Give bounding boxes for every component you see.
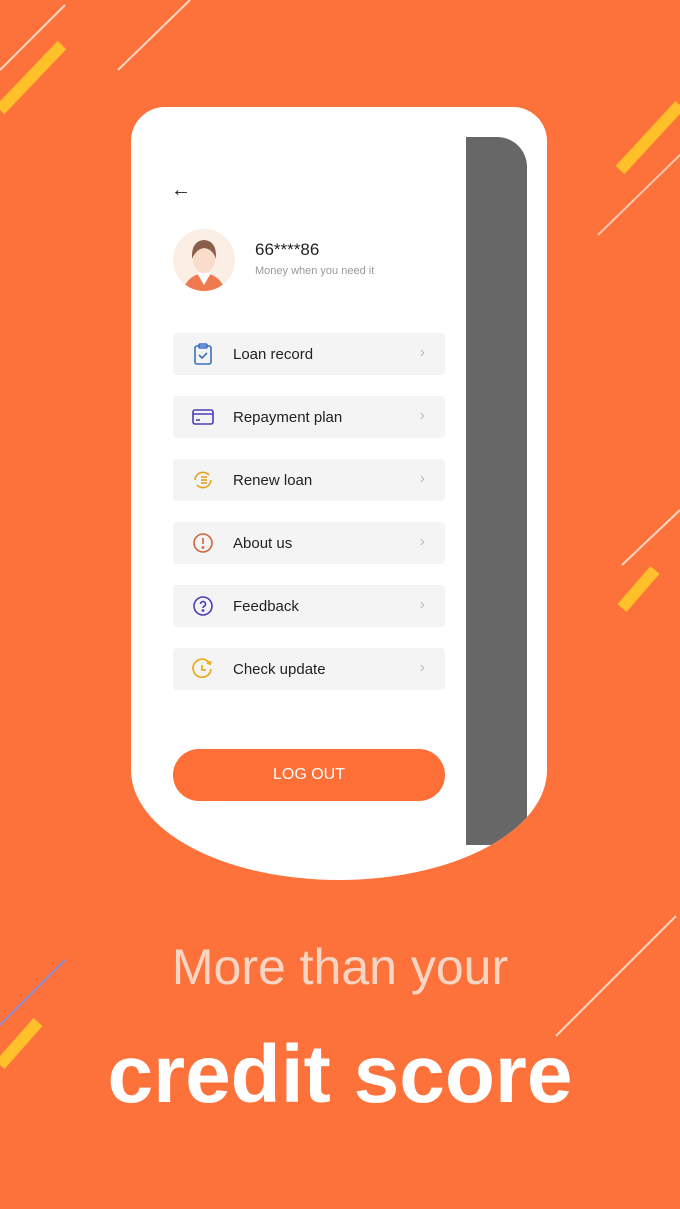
clock-refresh-icon (191, 657, 215, 681)
clipboard-check-icon (191, 342, 215, 366)
menu-item-label: Repayment plan (233, 408, 343, 426)
menu-item-about-us[interactable]: About us › (173, 522, 445, 564)
chevron-right-icon: › (419, 596, 425, 613)
avatar (173, 229, 235, 291)
menu-item-repayment-plan[interactable]: Repayment plan › (173, 396, 445, 438)
menu-item-label: Feedback (233, 597, 299, 615)
menu-item-loan-record[interactable]: Loan record › (173, 333, 445, 375)
menu-list: Loan record › Repayment plan › Renew loa… (173, 333, 445, 711)
chevron-right-icon: › (419, 407, 425, 424)
subheadline: credit score (107, 1029, 573, 1120)
username: 66****86 (255, 240, 320, 259)
menu-item-renew-loan[interactable]: Renew loan › (173, 459, 445, 501)
credit-card-icon (191, 405, 215, 429)
menu-item-check-update[interactable]: Check update › (173, 648, 445, 690)
chevron-right-icon: › (419, 344, 425, 361)
question-circle-icon (191, 594, 215, 618)
menu-item-label: Renew loan (233, 471, 313, 489)
menu-item-label: Loan record (233, 345, 314, 363)
menu-item-label: About us (233, 534, 293, 552)
renew-list-icon (191, 468, 215, 492)
chevron-right-icon: › (419, 533, 425, 550)
phone-mockup: ← 66****86 Money when you need it Loan r… (131, 107, 547, 880)
arrow-left-icon[interactable]: ← (171, 179, 191, 202)
logout-button[interactable]: LOG OUT (173, 749, 445, 801)
menu-item-feedback[interactable]: Feedback › (173, 585, 445, 627)
info-exclamation-icon (191, 531, 215, 555)
headline: More than your (171, 939, 509, 995)
chevron-right-icon: › (419, 659, 425, 676)
chevron-right-icon: › (419, 470, 425, 487)
tagline: Money when you need it (255, 265, 375, 277)
menu-item-label: Check update (233, 660, 326, 678)
side-panel-overlay (466, 137, 527, 845)
